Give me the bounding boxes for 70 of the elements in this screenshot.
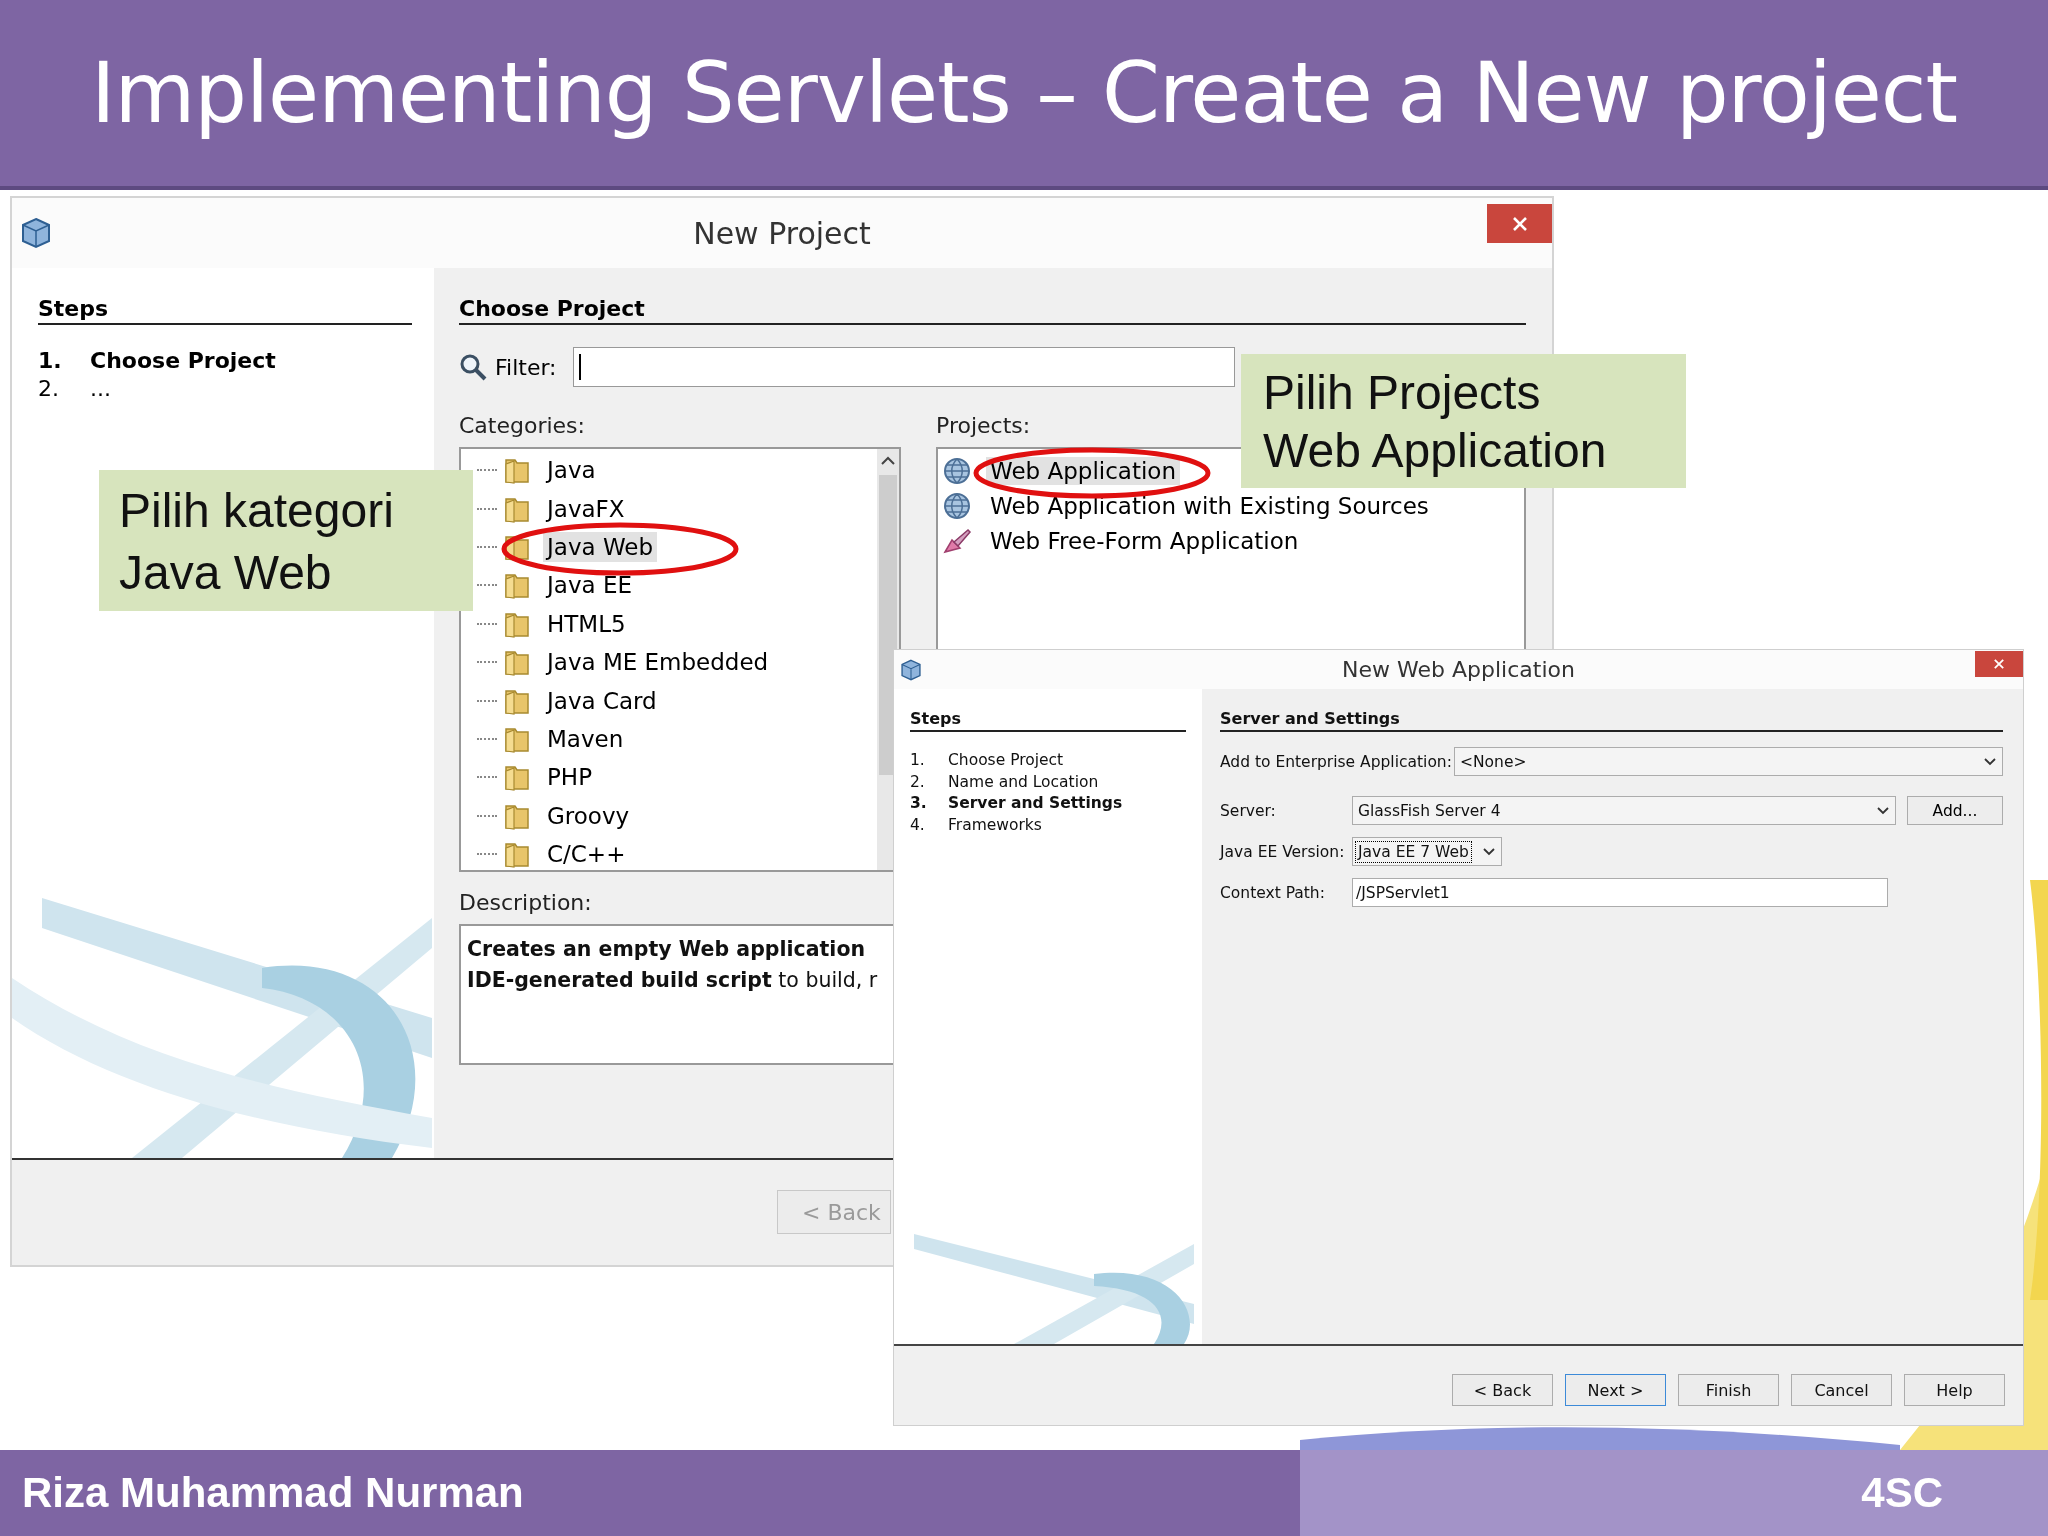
description-text: Creates an empty Web application [467, 936, 866, 963]
dialog-button[interactable]: Finish [1678, 1374, 1779, 1406]
context-path-field[interactable]: /JSPServlet1 [1352, 878, 1888, 907]
panel-heading: Choose Project [459, 288, 1526, 325]
project-item[interactable]: Web Application [986, 456, 1180, 485]
step-number: 2. [910, 771, 926, 793]
category-item[interactable]: PHP [543, 762, 597, 793]
step-label: Choose Project [90, 347, 276, 375]
category-item[interactable]: JavaFX [543, 493, 629, 524]
categories-label: Categories: [459, 413, 586, 440]
window-title: New Project [693, 215, 871, 251]
chevron-down-icon [1877, 806, 1889, 815]
category-item[interactable]: Groovy [543, 800, 634, 831]
field-label: Add to Enterprise Application: [1220, 752, 1453, 771]
step-number: 2. [38, 375, 60, 403]
category-item[interactable]: HTML5 [543, 608, 630, 639]
step-label: ... [90, 375, 111, 403]
dropdown[interactable]: <None> [1454, 747, 2003, 776]
category-item[interactable]: Java ME Embedded [543, 647, 773, 678]
scroll-up-icon[interactable] [880, 455, 896, 465]
close-icon [1992, 657, 2006, 671]
category-item[interactable]: Java [543, 455, 600, 486]
cube-icon [900, 657, 922, 682]
filter-field[interactable] [572, 347, 1235, 387]
step-number: 1. [910, 750, 926, 771]
dropdown[interactable]: Java EE 7 Web [1352, 837, 1502, 866]
dialog-button[interactable]: Help [1904, 1374, 2005, 1406]
description-text: IDE-generated build script to build, r [467, 967, 878, 994]
author-name: Riza Muhammad Nurman [22, 1469, 524, 1517]
category-item[interactable]: Java Card [543, 685, 661, 716]
step-label: Choose Project [948, 750, 1064, 771]
chevron-down-icon [1483, 847, 1495, 856]
steps-heading: Steps [910, 709, 1186, 732]
dialog-button[interactable]: Cancel [1791, 1374, 1892, 1406]
projects-label: Projects: [936, 413, 1032, 440]
search-icon [459, 353, 487, 381]
step-number: 1. [38, 347, 63, 375]
category-item[interactable]: Java EE [543, 570, 636, 601]
dialog-button[interactable]: Next > [1565, 1374, 1666, 1406]
chevron-down-icon [1984, 757, 1996, 766]
step-label: Name and Location [948, 771, 1099, 793]
field-label: Context Path: [1220, 883, 1326, 902]
close-button[interactable] [1487, 204, 1552, 243]
dropdown[interactable]: GlassFish Server 4 [1352, 796, 1896, 825]
category-item[interactable]: Java Web [543, 531, 658, 562]
steps-heading: Steps [38, 288, 412, 325]
callout-text: Pilih kategori Java Web [99, 470, 473, 611]
slide-title: Implementing Servlets – Create a New project [91, 44, 1957, 142]
step-number: 4. [910, 814, 926, 836]
field-label: Java EE Version: [1220, 842, 1346, 861]
description-label: Description: [459, 890, 592, 917]
category-item[interactable]: C/C++ [543, 839, 630, 870]
panel-heading: Server and Settings [1220, 709, 2003, 732]
callout-text: Pilih Projects Web Application [1241, 354, 1686, 488]
project-item[interactable]: Web Free-Form Application [986, 526, 1303, 555]
globe-icon [942, 490, 972, 521]
add-button[interactable]: Add... [1907, 796, 2003, 825]
globe-icon [942, 455, 972, 486]
dialog-button[interactable]: < Back [1452, 1374, 1553, 1406]
close-button[interactable] [1975, 651, 2023, 677]
step-number: 3. [910, 793, 928, 814]
field-label: Server: [1220, 801, 1277, 820]
course-code: 4SC [1861, 1469, 1943, 1517]
step-label: Frameworks [948, 814, 1042, 836]
step-label: Server and Settings [948, 793, 1123, 814]
project-item[interactable]: Web Application with Existing Sources [986, 491, 1433, 520]
window-title: New Web Application [1342, 657, 1575, 682]
cube-icon [20, 216, 52, 250]
category-item[interactable]: Maven [543, 723, 628, 754]
filter-label: Filter: [495, 354, 557, 380]
